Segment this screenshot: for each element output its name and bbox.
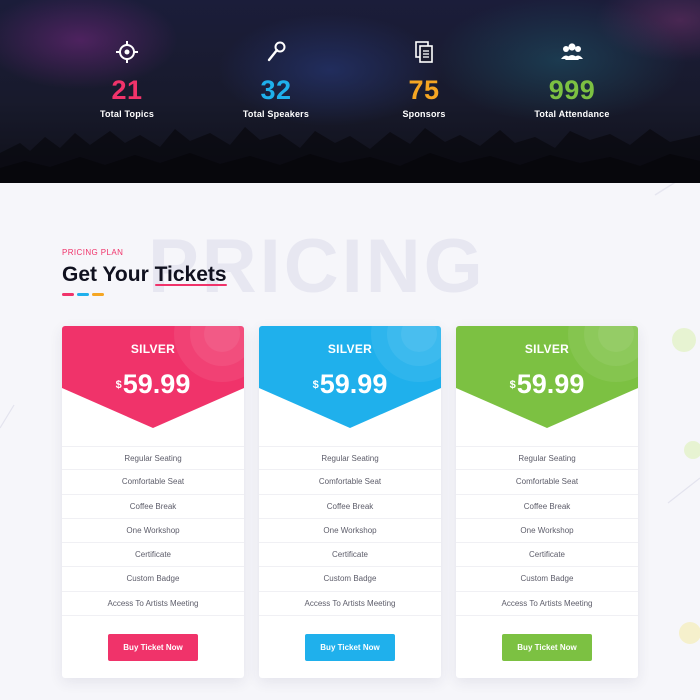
- stat-attendance: 999 Total Attendance: [497, 40, 647, 119]
- stat-sponsors: 75 Sponsors: [349, 40, 499, 119]
- feature-item: Certificate: [259, 543, 441, 568]
- stat-value: 999: [548, 75, 596, 105]
- feature-item: Regular Seating: [456, 446, 638, 471]
- document-icon: [349, 40, 499, 64]
- pricing-card-blue: SILVER $59.99 Regular Seating Comfortabl…: [259, 326, 441, 678]
- feature-item: Custom Badge: [259, 567, 441, 592]
- feature-item: One Workshop: [456, 519, 638, 544]
- feature-item: Custom Badge: [62, 567, 244, 592]
- feature-item: Coffee Break: [259, 495, 441, 519]
- section-eyebrow: PRICING PLAN: [62, 248, 124, 257]
- feature-list: Regular Seating Comfortable Seat Coffee …: [456, 446, 638, 617]
- stat-value: 32: [260, 75, 292, 105]
- title-highlight: Tickets: [154, 263, 227, 286]
- feature-item: Coffee Break: [456, 495, 638, 519]
- feature-item: One Workshop: [259, 519, 441, 544]
- price-amount: 59.99: [122, 369, 191, 399]
- price-amount: 59.99: [516, 369, 585, 399]
- feature-item: Certificate: [62, 543, 244, 568]
- stat-label: Total Speakers: [242, 109, 310, 119]
- stat-label: Sponsors: [402, 109, 446, 119]
- feature-item: Coffee Break: [62, 495, 244, 519]
- dash-red: [62, 293, 74, 296]
- users-icon: [497, 40, 647, 64]
- microphone-icon: [201, 40, 351, 64]
- plan-price: $59.99: [62, 369, 244, 399]
- dash-orange: [92, 293, 104, 296]
- dash-blue: [77, 293, 89, 296]
- plan-name: SILVER: [524, 342, 570, 356]
- feature-item: Custom Badge: [456, 567, 638, 592]
- feature-item: Access To Artists Meeting: [62, 592, 244, 617]
- stat-label: Total Attendance: [534, 109, 610, 119]
- target-icon: [52, 40, 202, 64]
- feature-item: Comfortable Seat: [259, 470, 441, 495]
- feature-item: Certificate: [456, 543, 638, 568]
- currency-symbol: $: [312, 379, 319, 391]
- pricing-card-green: SILVER $59.99 Regular Seating Comfortabl…: [456, 326, 638, 678]
- price-amount: 59.99: [319, 369, 388, 399]
- feature-item: Access To Artists Meeting: [456, 592, 638, 617]
- buy-ticket-button[interactable]: Buy Ticket Now: [502, 634, 592, 661]
- feature-item: One Workshop: [62, 519, 244, 544]
- stats-banner: 21 Total Topics 32 Total Speakers 75 Spo…: [0, 0, 700, 183]
- title-prefix: Get Your: [62, 263, 155, 286]
- feature-item: Comfortable Seat: [456, 470, 638, 495]
- stat-speakers: 32 Total Speakers: [201, 40, 351, 119]
- title-underline-dashes: [62, 293, 104, 296]
- feature-item: Regular Seating: [259, 446, 441, 471]
- stat-value: 21: [111, 75, 143, 105]
- plan-price: $59.99: [259, 369, 441, 399]
- feature-list: Regular Seating Comfortable Seat Coffee …: [259, 446, 441, 617]
- feature-list: Regular Seating Comfortable Seat Coffee …: [62, 446, 244, 617]
- currency-symbol: $: [509, 379, 516, 391]
- stat-label: Total Topics: [99, 109, 155, 119]
- currency-symbol: $: [115, 379, 122, 391]
- plan-name: SILVER: [130, 342, 176, 356]
- stat-value: 75: [408, 75, 440, 105]
- plan-name: SILVER: [327, 342, 373, 356]
- feature-item: Comfortable Seat: [62, 470, 244, 495]
- feature-item: Regular Seating: [62, 446, 244, 471]
- plan-price: $59.99: [456, 369, 638, 399]
- buy-ticket-button[interactable]: Buy Ticket Now: [305, 634, 395, 661]
- pricing-card-red: SILVER $59.99 Regular Seating Comfortabl…: [62, 326, 244, 678]
- buy-ticket-button[interactable]: Buy Ticket Now: [108, 634, 198, 661]
- feature-item: Access To Artists Meeting: [259, 592, 441, 617]
- stat-topics: 21 Total Topics: [52, 40, 202, 119]
- section-title: Get Your Tickets: [62, 263, 227, 287]
